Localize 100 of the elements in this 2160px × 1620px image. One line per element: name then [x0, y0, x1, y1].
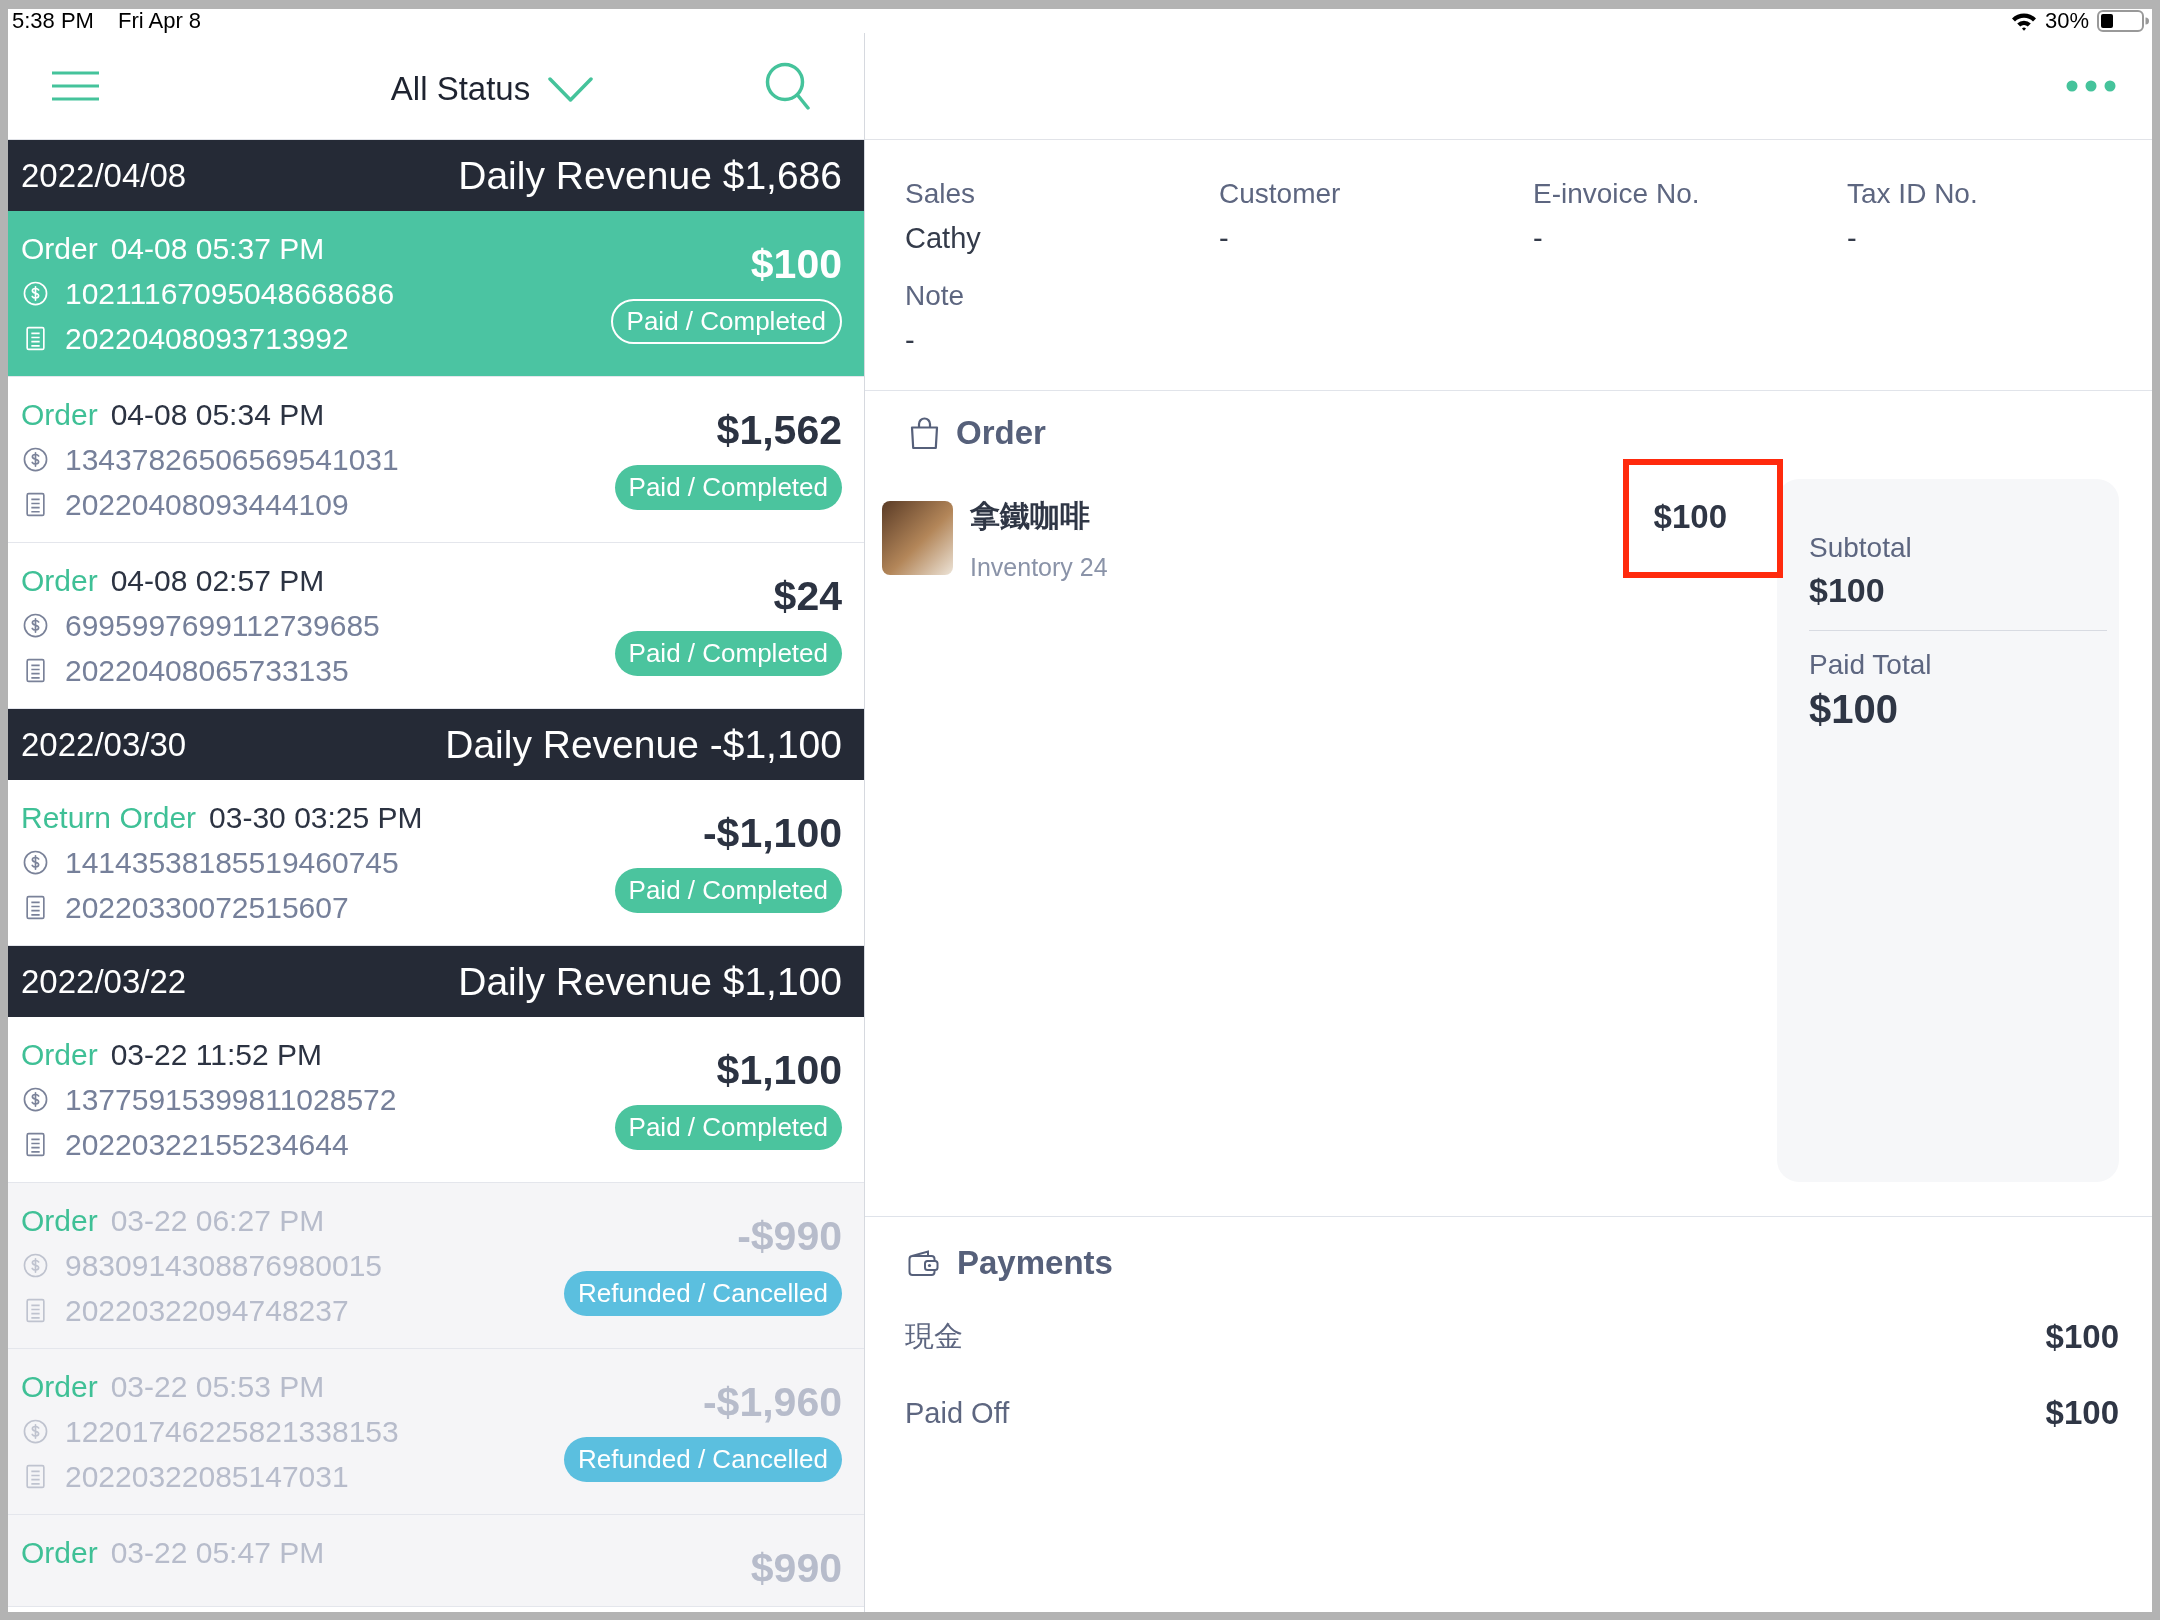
status-filter-dropdown[interactable]: All Status — [390, 70, 594, 108]
section-title: Payments — [957, 1244, 1113, 1282]
field-value: - — [1533, 221, 1543, 256]
document-icon — [23, 326, 48, 351]
shopping-bag-icon — [909, 416, 940, 450]
menu-icon[interactable] — [52, 71, 99, 101]
summary-value: $100 — [1809, 686, 1898, 733]
order-time: 04-08 02:57 PM — [110, 563, 325, 598]
field-label: E-invoice No. — [1533, 177, 1700, 211]
document-icon — [23, 658, 48, 683]
daily-revenue: Daily Revenue $1,686 — [458, 153, 842, 198]
wallet-icon — [908, 1249, 939, 1277]
order-amount: -$1,100 — [702, 810, 842, 856]
status-time: 5:38 PM — [12, 9, 94, 33]
order-time: 03-30 03:25 PM — [209, 800, 423, 835]
order-time: 03-22 06:27 PM — [110, 1203, 325, 1238]
status-date: Fri Apr 8 — [117, 9, 202, 33]
payment-label: 現金 — [905, 1319, 963, 1354]
status-badge: Refunded / Cancelled — [563, 1271, 842, 1316]
order-type: Return Order — [21, 800, 197, 835]
document-icon — [23, 492, 48, 517]
section-title: Order — [956, 414, 1046, 452]
payment-number: 10211167095048668686 — [65, 276, 395, 311]
item-price: $100 — [1653, 497, 1727, 537]
order-amount: $1,100 — [716, 1047, 842, 1093]
order-type: Order — [21, 563, 98, 598]
product-name: 拿鐵咖啡 — [970, 498, 1090, 534]
order-time: 03-22 05:47 PM — [110, 1535, 325, 1570]
field-value: Cathy — [905, 221, 981, 256]
dollar-coin-icon — [23, 281, 48, 306]
status-badge: Paid / Completed — [610, 299, 842, 344]
order-amount: $100 — [750, 241, 842, 287]
order-time: 04-08 05:37 PM — [110, 231, 325, 266]
chevron-down-icon — [548, 75, 594, 103]
field-value: - — [1219, 221, 1229, 256]
order-amount: $1,562 — [716, 407, 842, 453]
field-label: Tax ID No. — [1847, 177, 1978, 211]
payment-number: 13437826506569541031 — [65, 442, 399, 477]
more-icon[interactable] — [2065, 79, 2117, 93]
status-badge: Paid / Completed — [614, 868, 842, 913]
document-icon — [23, 1132, 48, 1157]
order-type: Order — [21, 1203, 98, 1238]
receipt-number: 20220322094748237 — [65, 1293, 349, 1328]
summary-value: $100 — [1809, 570, 1885, 611]
field-label: Customer — [1219, 177, 1341, 211]
payment-number: 12201746225821338153 — [65, 1414, 399, 1449]
status-badge: Paid / Completed — [614, 465, 842, 510]
receipt-number: 20220322155234644 — [65, 1127, 349, 1162]
daily-revenue: Daily Revenue -$1,100 — [445, 722, 842, 767]
field-label: Note — [905, 279, 965, 313]
order-amount: $24 — [773, 573, 842, 619]
payment-number: 6995997699112739685 — [65, 608, 380, 643]
order-time: 03-22 05:53 PM — [110, 1369, 325, 1404]
order-type: Order — [21, 231, 98, 266]
order-type: Order — [21, 1535, 98, 1570]
field-value: - — [905, 323, 915, 358]
receipt-number: 20220330072515607 — [65, 890, 349, 925]
order-time: 03-22 11:52 PM — [110, 1037, 322, 1072]
status-badge: Paid / Completed — [614, 1105, 842, 1150]
receipt-number: 20220408065733135 — [65, 653, 349, 688]
battery-icon — [2097, 10, 2149, 32]
day-date: 2022/04/08 — [21, 156, 187, 195]
search-icon[interactable] — [765, 62, 810, 110]
dollar-coin-icon — [23, 850, 48, 875]
day-date: 2022/03/30 — [21, 725, 187, 764]
payment-label: Paid Off — [905, 1396, 1010, 1430]
order-type: Order — [21, 1369, 98, 1404]
day-date: 2022/03/22 — [21, 962, 187, 1001]
inventory-count: Inventory 24 — [970, 552, 1108, 583]
receipt-number: 20220408093713992 — [65, 321, 349, 356]
wifi-icon — [2010, 11, 2037, 31]
order-time: 04-08 05:34 PM — [110, 397, 325, 432]
field-value: - — [1847, 221, 1857, 256]
order-type: Order — [21, 1037, 98, 1072]
dollar-coin-icon — [23, 1419, 48, 1444]
field-label: Sales — [905, 177, 976, 211]
daily-revenue: Daily Revenue $1,100 — [458, 959, 842, 1004]
dollar-coin-icon — [23, 613, 48, 638]
document-icon — [23, 1464, 48, 1489]
dollar-coin-icon — [23, 1253, 48, 1278]
document-icon — [23, 895, 48, 920]
document-icon — [23, 1298, 48, 1323]
dollar-coin-icon — [23, 447, 48, 472]
payment-number: 14143538185519460745 — [65, 845, 399, 880]
payment-number: 13775915399811028572 — [65, 1082, 397, 1117]
status-badge: Paid / Completed — [614, 631, 842, 676]
order-amount: -$990 — [737, 1213, 842, 1259]
receipt-number: 20220408093444109 — [65, 487, 349, 522]
receipt-number: 20220322085147031 — [65, 1459, 349, 1494]
payment-amount: $100 — [2045, 1394, 2119, 1432]
status-badge: Refunded / Cancelled — [563, 1437, 842, 1482]
summary-label: Subtotal — [1809, 531, 1912, 565]
order-type: Order — [21, 397, 98, 432]
payment-number: 9830914308876980015 — [65, 1248, 382, 1283]
dollar-coin-icon — [23, 1087, 48, 1112]
battery-percent: 30% — [2044, 9, 2089, 33]
summary-label: Paid Total — [1809, 648, 1932, 682]
order-amount: -$1,960 — [702, 1379, 842, 1425]
payment-amount: $100 — [2045, 1318, 2119, 1356]
order-amount: $990 — [750, 1545, 842, 1591]
